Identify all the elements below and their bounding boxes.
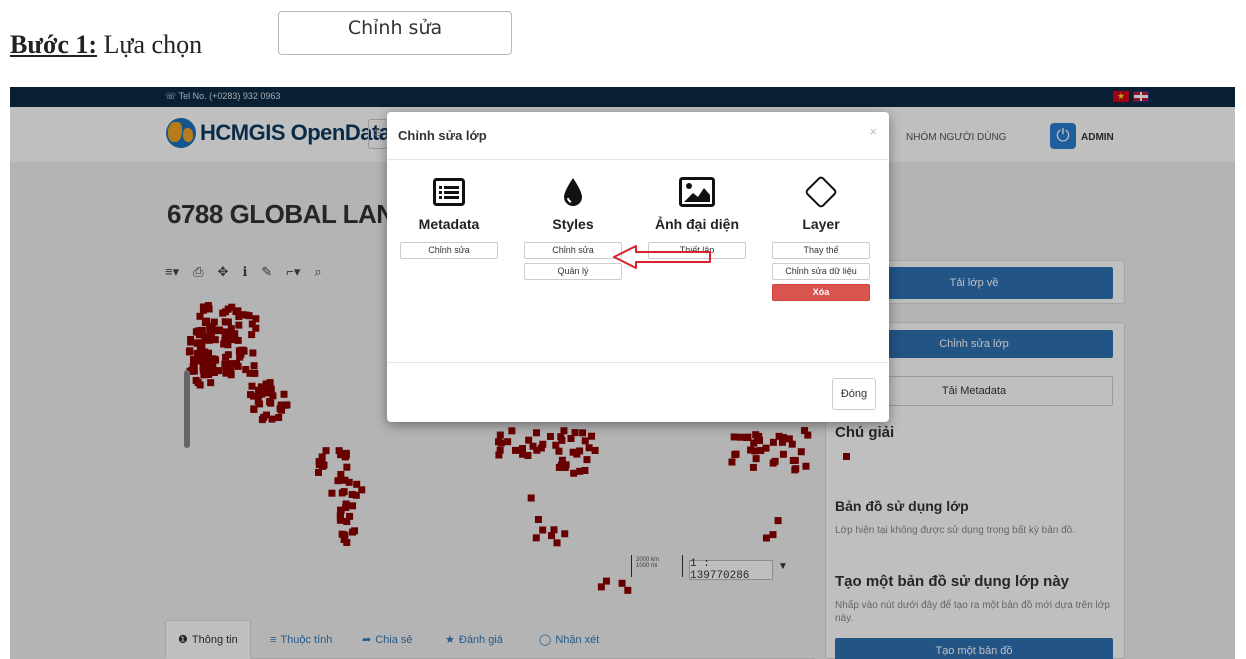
modal-title: Chỉnh sửa lớp xyxy=(398,128,487,143)
layer-title: Layer xyxy=(802,216,840,232)
layer-replace-button[interactable]: Thay thế xyxy=(772,242,870,259)
styles-column: Styles Chỉnh sửa Quản lý xyxy=(521,172,625,280)
metadata-column: Metadata Chỉnh sửa xyxy=(397,172,501,259)
thumbnail-title: Ảnh đại diện xyxy=(655,216,739,232)
close-icon[interactable]: × xyxy=(869,124,877,139)
thumbnail-column: Ảnh đại diện Thiết lập xyxy=(645,172,749,259)
layer-column: Layer Thay thế Chỉnh sửa dữ liệu Xóa xyxy=(769,172,873,301)
layer-edit-data-button[interactable]: Chỉnh sửa dữ liệu xyxy=(772,263,870,280)
styles-edit-button[interactable]: Chỉnh sửa xyxy=(524,242,622,259)
thumbnail-setup-button[interactable]: Thiết lập xyxy=(648,242,746,259)
step-label: Bước 1: xyxy=(10,30,98,59)
layer-delete-button[interactable]: Xóa xyxy=(772,284,870,301)
picture-icon xyxy=(645,172,749,212)
styles-title: Styles xyxy=(552,216,594,232)
diamond-icon xyxy=(769,172,873,212)
modal-header: Chỉnh sửa lớp × xyxy=(387,112,889,160)
edit-layer-modal: Chỉnh sửa lớp × Metadata Chỉnh sửa Style… xyxy=(387,112,889,422)
list-alt-icon xyxy=(397,172,501,212)
modal-footer: Đóng xyxy=(387,362,889,422)
close-button[interactable]: Đóng xyxy=(832,378,876,410)
metadata-edit-button[interactable]: Chỉnh sửa xyxy=(400,242,498,259)
metadata-title: Metadata xyxy=(418,216,480,232)
tint-icon xyxy=(521,172,625,212)
edit-button-sample[interactable]: Chỉnh sửa xyxy=(278,11,512,55)
browser-screenshot: ☏ Tel No. (+0283) 932 0963 ★ HCMGIS Open… xyxy=(10,87,1235,659)
styles-manage-button[interactable]: Quản lý xyxy=(524,263,622,280)
step-text: Lựa chọn xyxy=(97,30,203,59)
step-instruction: Bước 1: Lựa chọn xyxy=(10,30,202,60)
